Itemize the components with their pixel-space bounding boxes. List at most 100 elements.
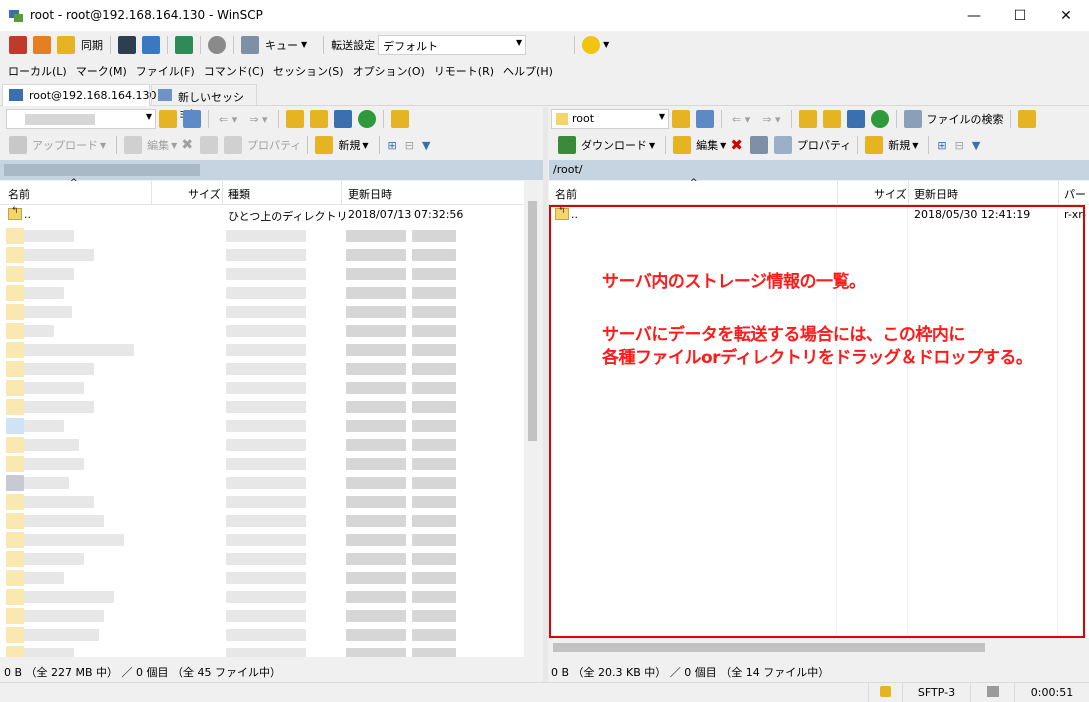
queue-icon[interactable] — [241, 35, 259, 54]
parent-directory-icon[interactable] — [798, 110, 817, 128]
terminal-icon[interactable] — [118, 35, 136, 54]
maximize-button[interactable]: ☐ — [997, 0, 1043, 31]
menu-local[interactable]: ローカル(L) — [8, 63, 67, 79]
sync-button[interactable]: 同期 — [81, 37, 103, 53]
right-properties-button[interactable]: プロパティ — [797, 137, 851, 153]
gear-icon[interactable] — [208, 35, 226, 54]
column-type[interactable]: 種類 — [228, 186, 250, 202]
menu-help[interactable]: ヘルプ(H) — [503, 63, 553, 79]
left-drive-select[interactable]: ▼ — [6, 109, 156, 129]
properties-icon[interactable] — [773, 136, 792, 154]
forward-arrow-icon[interactable]: ⇒ ▾ — [249, 113, 267, 126]
filter-icon[interactable] — [696, 110, 714, 128]
minimize-button[interactable]: — — [951, 0, 997, 31]
column-size[interactable]: サイズ — [188, 186, 221, 202]
compare-directories-icon[interactable] — [9, 35, 27, 54]
unselect-icon[interactable]: ⊟ — [405, 139, 414, 152]
root-directory-icon[interactable] — [309, 110, 328, 128]
left-file-list[interactable]: .. ひとつ上のディレクトリ 2018/07/13 07:32:56 — [0, 205, 524, 657]
synchronize-browsing-icon[interactable] — [33, 35, 51, 54]
sync-icon[interactable] — [57, 35, 75, 54]
internet-icon[interactable] — [582, 35, 601, 54]
chevron-down-icon[interactable]: ▼ — [912, 141, 918, 150]
chevron-down-icon[interactable]: ▼ — [100, 141, 106, 150]
scrollbar-thumb[interactable] — [528, 201, 537, 441]
close-button[interactable]: ✕ — [1043, 0, 1089, 31]
table-row[interactable]: .. ひとつ上のディレクトリ 2018/07/13 07:32:56 — [0, 205, 524, 225]
column-size[interactable]: サイズ — [874, 186, 907, 202]
upload-button[interactable]: アップロード — [32, 137, 98, 153]
tab-new-session[interactable]: 新しいセッション — [151, 84, 257, 120]
scrollbar-thumb[interactable] — [553, 643, 985, 652]
chevron-down-icon[interactable]: ▼ — [362, 141, 368, 150]
column-divider[interactable] — [908, 181, 909, 205]
menu-file[interactable]: ファイル(F) — [136, 63, 195, 79]
filter-icon[interactable] — [183, 110, 201, 128]
putty-icon[interactable] — [142, 35, 160, 54]
home-icon[interactable] — [333, 110, 352, 128]
properties-icon[interactable] — [224, 136, 243, 154]
left-edit-button[interactable]: 編集 — [147, 137, 169, 153]
chevron-down-icon[interactable]: ▼ — [603, 40, 609, 49]
menu-remote[interactable]: リモート(R) — [434, 63, 494, 79]
menu-mark[interactable]: マーク(M) — [76, 63, 127, 79]
find-files-button[interactable]: ファイルの検索 — [927, 111, 1004, 127]
open-folder-icon[interactable] — [672, 110, 690, 128]
queue-status-icon[interactable] — [970, 683, 1014, 702]
right-path-select[interactable]: root ▼ — [551, 109, 669, 129]
open-folder-icon[interactable] — [159, 110, 177, 128]
filter-select-icon[interactable]: ▼ — [422, 139, 430, 152]
delete-icon[interactable]: ✖ — [730, 136, 743, 154]
unselect-icon[interactable]: ⊟ — [955, 139, 964, 152]
root-directory-icon[interactable] — [822, 110, 841, 128]
right-edit-button[interactable]: 編集 — [696, 137, 718, 153]
menu-options[interactable]: オプション(O) — [353, 63, 425, 79]
left-properties-button[interactable]: プロパティ — [247, 137, 301, 153]
parent-directory-icon[interactable] — [285, 110, 304, 128]
column-divider[interactable] — [222, 181, 223, 205]
left-vertical-scrollbar[interactable] — [524, 181, 541, 657]
delete-icon[interactable]: ✖ — [181, 137, 193, 153]
column-divider[interactable] — [341, 181, 342, 205]
edit-icon[interactable] — [124, 136, 143, 154]
column-name[interactable]: 名前 — [8, 186, 30, 202]
new-folder-icon[interactable] — [865, 136, 884, 154]
forward-arrow-icon[interactable]: ⇒ ▾ — [762, 113, 780, 126]
tree-view-icon[interactable] — [390, 110, 409, 128]
column-divider[interactable] — [1058, 181, 1059, 205]
home-icon[interactable] — [846, 110, 865, 128]
rename-icon[interactable] — [749, 136, 768, 154]
find-files-icon[interactable] — [903, 110, 922, 128]
right-horizontal-scrollbar[interactable] — [549, 639, 1089, 656]
select-all-icon[interactable]: ⊞ — [388, 139, 397, 152]
transfer-settings-select[interactable]: デフォルト ▼ — [378, 34, 527, 55]
refresh-icon[interactable] — [357, 110, 376, 128]
column-modified[interactable]: 更新日時 — [348, 186, 392, 202]
chevron-down-icon[interactable]: ▼ — [649, 141, 655, 150]
refresh-session-icon[interactable] — [175, 35, 193, 54]
menu-session[interactable]: セッション(S) — [273, 63, 344, 79]
panel-splitter[interactable] — [543, 107, 548, 682]
queue-button[interactable]: キュー — [265, 37, 298, 53]
column-modified[interactable]: 更新日時 — [914, 186, 958, 202]
right-new-button[interactable]: 新規 — [888, 137, 910, 153]
column-divider[interactable] — [151, 181, 152, 205]
tab-session[interactable]: root@192.168.164.130 — [2, 84, 157, 106]
rename-icon[interactable] — [200, 136, 219, 154]
download-icon[interactable] — [558, 136, 576, 154]
edit-icon[interactable] — [673, 136, 692, 154]
select-all-icon[interactable]: ⊞ — [937, 139, 946, 152]
column-name[interactable]: 名前 — [555, 186, 577, 202]
upload-icon[interactable] — [9, 136, 27, 154]
chevron-down-icon[interactable]: ▼ — [720, 141, 726, 150]
new-folder-icon[interactable] — [315, 136, 334, 154]
chevron-down-icon[interactable]: ▼ — [171, 141, 177, 150]
download-button[interactable]: ダウンロード — [581, 137, 647, 153]
refresh-icon[interactable] — [870, 110, 889, 128]
filter-select-icon[interactable]: ▼ — [972, 139, 980, 152]
left-new-button[interactable]: 新規 — [338, 137, 360, 153]
back-arrow-icon[interactable]: ⇐ ▾ — [732, 113, 750, 126]
queue-dropdown-icon[interactable]: ▼ — [301, 40, 307, 49]
tree-view-icon[interactable] — [1017, 110, 1036, 128]
column-divider[interactable] — [837, 181, 838, 205]
